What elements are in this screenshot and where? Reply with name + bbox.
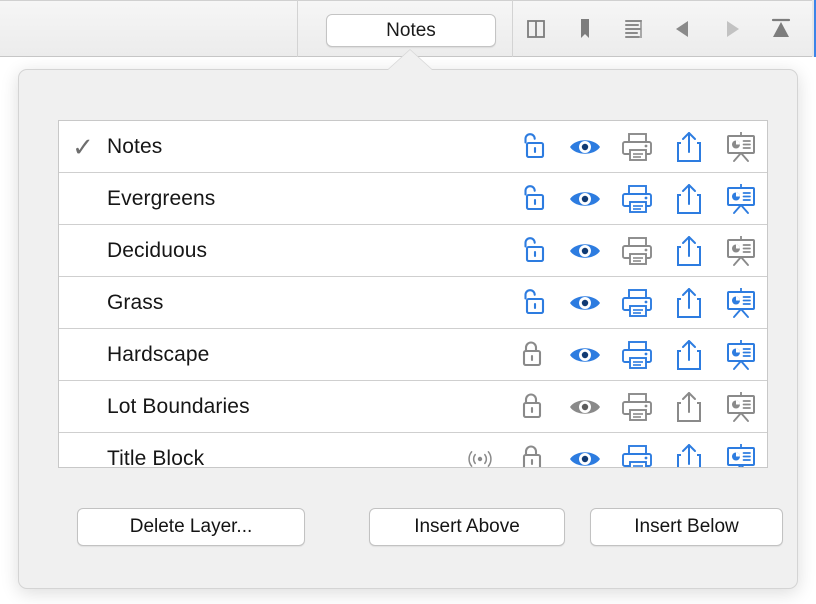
share-icon[interactable] — [663, 130, 715, 164]
lock-icon[interactable] — [507, 442, 559, 468]
toolbar-icon-group — [522, 12, 816, 46]
share-icon[interactable] — [663, 182, 715, 216]
layer-name: Evergreens — [107, 187, 453, 211]
present-icon[interactable] — [715, 235, 767, 267]
layer-name: Deciduous — [107, 239, 453, 263]
present-icon[interactable] — [715, 443, 767, 468]
table-row[interactable]: Lot Boundaries — [59, 381, 767, 433]
print-icon[interactable] — [611, 391, 663, 423]
toolbar-separator-right — [512, 0, 513, 57]
share-icon[interactable] — [663, 286, 715, 320]
delete-layer-button[interactable]: Delete Layer... — [77, 508, 305, 546]
selected-checkmark-cell: ✓ — [59, 134, 107, 160]
lock-icon[interactable] — [507, 286, 559, 320]
visibility-icon[interactable] — [559, 238, 611, 264]
move-to-top-icon[interactable] — [767, 14, 795, 44]
share-icon[interactable] — [663, 234, 715, 268]
notes-popup-button[interactable]: Notes — [326, 14, 496, 47]
present-icon[interactable] — [715, 287, 767, 319]
right-edge-accent — [812, 0, 816, 57]
previous-triangle-icon[interactable] — [669, 14, 697, 44]
insert-above-button[interactable]: Insert Above — [369, 508, 565, 546]
app-window: Notes — [0, 0, 816, 604]
lock-icon[interactable] — [507, 130, 559, 164]
insert-below-button[interactable]: Insert Below — [590, 508, 783, 546]
visibility-icon[interactable] — [559, 446, 611, 468]
broadcast-icon[interactable] — [453, 448, 507, 468]
table-row[interactable]: Hardscape — [59, 329, 767, 381]
present-icon[interactable] — [715, 183, 767, 215]
print-icon[interactable] — [611, 339, 663, 371]
present-icon[interactable] — [715, 131, 767, 163]
lock-icon[interactable] — [507, 338, 559, 372]
print-icon[interactable] — [611, 131, 663, 163]
split-view-icon[interactable] — [522, 14, 550, 44]
visibility-icon[interactable] — [559, 186, 611, 212]
print-icon[interactable] — [611, 443, 663, 468]
layer-list[interactable]: ✓ Notes Evergreens — [58, 120, 768, 468]
share-icon[interactable] — [663, 390, 715, 424]
layer-name: Lot Boundaries — [107, 395, 453, 419]
print-icon[interactable] — [611, 287, 663, 319]
lock-icon[interactable] — [507, 182, 559, 216]
next-triangle-icon[interactable] — [718, 14, 746, 44]
share-icon[interactable] — [663, 442, 715, 468]
print-icon[interactable] — [611, 183, 663, 215]
lock-icon[interactable] — [507, 234, 559, 268]
toolbar: Notes — [0, 0, 816, 57]
lock-icon[interactable] — [507, 390, 559, 424]
layer-name: Title Block — [107, 447, 453, 468]
visibility-icon[interactable] — [559, 290, 611, 316]
visibility-icon[interactable] — [559, 394, 611, 420]
notes-popup-button-label: Notes — [386, 20, 436, 42]
table-row[interactable]: Evergreens — [59, 173, 767, 225]
toolbar-separator-left — [297, 0, 298, 57]
visibility-icon[interactable] — [559, 342, 611, 368]
layers-popover: ✓ Notes Evergreens — [18, 69, 798, 589]
delete-layer-label: Delete Layer... — [130, 516, 253, 538]
toolbar-top-divider — [0, 0, 816, 1]
table-row[interactable]: ✓ Notes — [59, 121, 767, 173]
layer-name: Hardscape — [107, 343, 453, 367]
insert-below-label: Insert Below — [634, 516, 739, 538]
present-icon[interactable] — [715, 339, 767, 371]
table-row[interactable]: Deciduous — [59, 225, 767, 277]
table-row[interactable]: Title Block — [59, 433, 767, 468]
bookmark-icon[interactable] — [571, 14, 599, 44]
insert-above-label: Insert Above — [414, 516, 520, 538]
share-icon[interactable] — [663, 338, 715, 372]
popover-button-row: Delete Layer... Insert Above Insert Belo… — [58, 508, 768, 548]
table-row[interactable]: Grass — [59, 277, 767, 329]
layer-name: Notes — [107, 135, 453, 159]
checkmark-icon: ✓ — [72, 134, 94, 160]
present-icon[interactable] — [715, 391, 767, 423]
text-lines-icon[interactable] — [620, 14, 648, 44]
popover-arrow — [388, 50, 432, 70]
visibility-icon[interactable] — [559, 134, 611, 160]
layer-name: Grass — [107, 291, 453, 315]
print-icon[interactable] — [611, 235, 663, 267]
